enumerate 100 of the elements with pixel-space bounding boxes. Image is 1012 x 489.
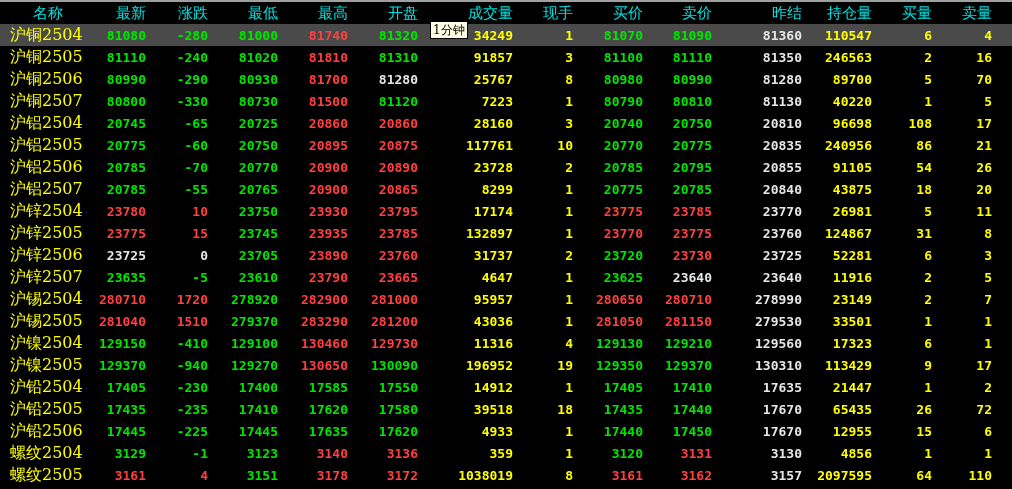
table-cell: 20725 bbox=[238, 115, 278, 131]
table-cell: 4856 bbox=[840, 445, 872, 461]
table-cell: 39518 bbox=[473, 401, 513, 417]
table-cell: 21447 bbox=[832, 379, 872, 395]
table-cell: 17405 bbox=[106, 379, 146, 395]
table-cell: 1 bbox=[924, 93, 932, 109]
column-header[interactable]: 最新 bbox=[116, 3, 146, 22]
table-cell: 20785 bbox=[106, 159, 146, 175]
table-cell: 23750 bbox=[238, 203, 278, 219]
table-cell: 72 bbox=[976, 401, 992, 417]
column-header[interactable]: 现手 bbox=[543, 3, 573, 22]
column-header[interactable]: 名称 bbox=[32, 3, 63, 22]
table-cell: 89700 bbox=[832, 71, 872, 87]
table-cell: 81740 bbox=[308, 27, 348, 43]
table-cell: 17174 bbox=[473, 203, 513, 219]
table-cell: 23730 bbox=[672, 247, 712, 263]
table-cell: 1 bbox=[565, 203, 573, 219]
column-header[interactable]: 成交量 bbox=[468, 3, 513, 22]
table-cell: 20810 bbox=[762, 115, 802, 131]
table-cell: 129730 bbox=[371, 335, 418, 351]
table-cell: 20765 bbox=[238, 181, 278, 197]
table-cell: 86 bbox=[916, 137, 932, 153]
contract-name: 沪锌2504 bbox=[9, 200, 84, 222]
table-cell: 20750 bbox=[238, 137, 278, 153]
table-cell: 8 bbox=[565, 71, 573, 87]
table-cell: 6 bbox=[924, 27, 932, 43]
table-cell: 33501 bbox=[832, 313, 872, 329]
table-cell: 17440 bbox=[672, 401, 712, 417]
contract-name: 沪锡2505 bbox=[9, 310, 84, 332]
table-cell: 23760 bbox=[378, 247, 418, 263]
table-cell: 3140 bbox=[316, 445, 348, 461]
table-cell: 17585 bbox=[308, 379, 348, 395]
table-cell: 80730 bbox=[238, 93, 278, 109]
table-cell: 17445 bbox=[106, 423, 146, 439]
table-cell: 17400 bbox=[238, 379, 278, 395]
table-cell: 23705 bbox=[238, 247, 278, 263]
table-cell: 3120 bbox=[611, 445, 643, 461]
table-cell: 3 bbox=[984, 247, 992, 263]
column-header[interactable]: 涨跌 bbox=[178, 3, 208, 22]
table-cell: 1 bbox=[565, 269, 573, 285]
table-cell: 40220 bbox=[832, 93, 872, 109]
table-cell: 129100 bbox=[231, 335, 278, 351]
contract-name: 螺纹2504 bbox=[9, 442, 84, 464]
table-cell: 81110 bbox=[106, 49, 146, 65]
table-cell: 20775 bbox=[672, 137, 712, 153]
table-cell: -60 bbox=[184, 137, 208, 153]
table-cell: 3123 bbox=[246, 445, 278, 461]
table-cell: 81110 bbox=[672, 49, 712, 65]
table-cell: 26 bbox=[976, 159, 992, 175]
column-header[interactable]: 开盘 bbox=[388, 3, 418, 22]
table-cell: 110547 bbox=[825, 27, 872, 43]
table-cell: 129130 bbox=[596, 335, 643, 351]
table-cell: 129370 bbox=[665, 357, 712, 373]
table-cell: 54 bbox=[916, 159, 932, 175]
table-cell: -290 bbox=[176, 71, 208, 87]
column-header[interactable]: 最低 bbox=[248, 3, 278, 22]
table-cell: 17323 bbox=[832, 335, 872, 351]
table-cell: 2 bbox=[924, 269, 932, 285]
table-cell: 2 bbox=[924, 291, 932, 307]
table-cell: 52281 bbox=[832, 247, 872, 263]
table-cell: 20 bbox=[976, 181, 992, 197]
table-cell: 23770 bbox=[762, 203, 802, 219]
table-cell: 23790 bbox=[308, 269, 348, 285]
table-cell: 81130 bbox=[762, 93, 802, 109]
column-header[interactable]: 持仓量 bbox=[827, 3, 872, 22]
table-cell: 281040 bbox=[99, 313, 146, 329]
contract-name: 沪铅2504 bbox=[9, 376, 84, 398]
table-cell: -65 bbox=[184, 115, 208, 131]
table-cell: 8 bbox=[984, 225, 992, 241]
table-cell: 23780 bbox=[106, 203, 146, 219]
contract-name: 螺纹2505 bbox=[9, 464, 84, 486]
table-cell: -70 bbox=[184, 159, 208, 175]
table-cell: 3 bbox=[565, 49, 573, 65]
column-header[interactable]: 买价 bbox=[613, 3, 643, 22]
table-cell: 16 bbox=[976, 49, 992, 65]
column-header[interactable]: 卖价 bbox=[682, 3, 712, 22]
table-cell: 81700 bbox=[308, 71, 348, 87]
table-cell: 280650 bbox=[596, 291, 643, 307]
table-cell: 1 bbox=[984, 313, 992, 329]
table-cell: 23720 bbox=[603, 247, 643, 263]
table-cell: 20770 bbox=[238, 159, 278, 175]
table-cell: -240 bbox=[176, 49, 208, 65]
table-cell: 81100 bbox=[603, 49, 643, 65]
table-cell: 130460 bbox=[301, 335, 348, 351]
table-cell: 278920 bbox=[231, 291, 278, 307]
column-header[interactable]: 最高 bbox=[318, 3, 348, 22]
table-cell: 23775 bbox=[672, 225, 712, 241]
table-cell: 2097595 bbox=[817, 467, 872, 483]
table-cell: 7 bbox=[984, 291, 992, 307]
table-cell: 31737 bbox=[473, 247, 513, 263]
column-header[interactable]: 买量 bbox=[902, 3, 932, 22]
table-cell: 1 bbox=[924, 445, 932, 461]
contract-name: 沪铅2506 bbox=[9, 420, 84, 442]
table-cell: 17670 bbox=[762, 401, 802, 417]
table-cell: 3178 bbox=[316, 467, 348, 483]
table-cell: 23640 bbox=[762, 269, 802, 285]
contract-name: 沪铜2507 bbox=[9, 90, 84, 112]
table-cell: 11916 bbox=[832, 269, 872, 285]
column-header[interactable]: 昨结 bbox=[772, 3, 802, 22]
column-header[interactable]: 卖量 bbox=[962, 3, 992, 22]
